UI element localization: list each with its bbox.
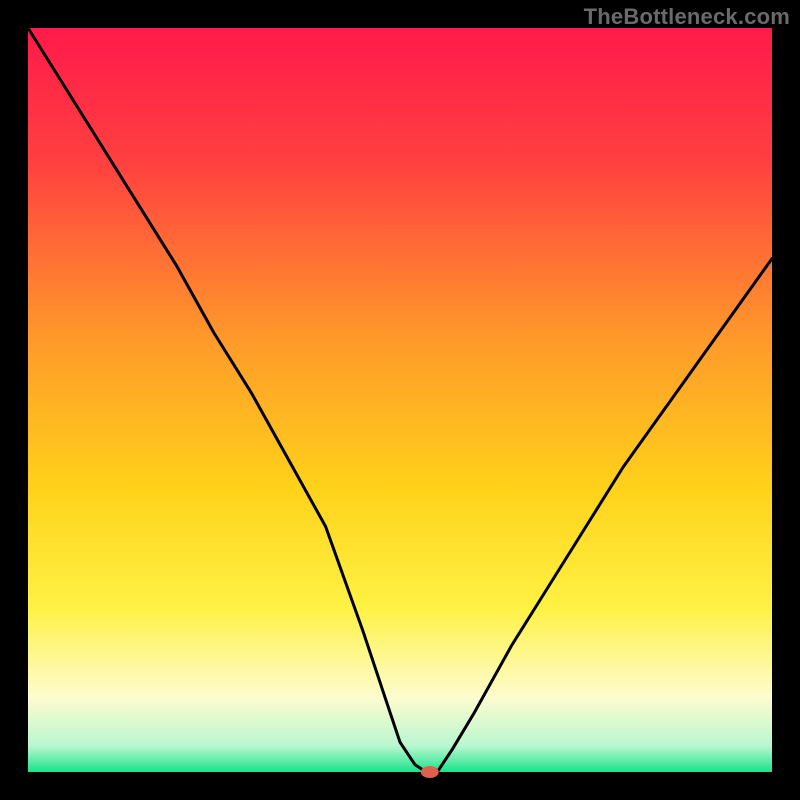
plot-background — [28, 28, 772, 772]
chart-frame: TheBottleneck.com — [0, 0, 800, 800]
watermark-text: TheBottleneck.com — [584, 4, 790, 30]
bottleneck-chart — [0, 0, 800, 800]
optimal-point-marker — [421, 766, 439, 778]
